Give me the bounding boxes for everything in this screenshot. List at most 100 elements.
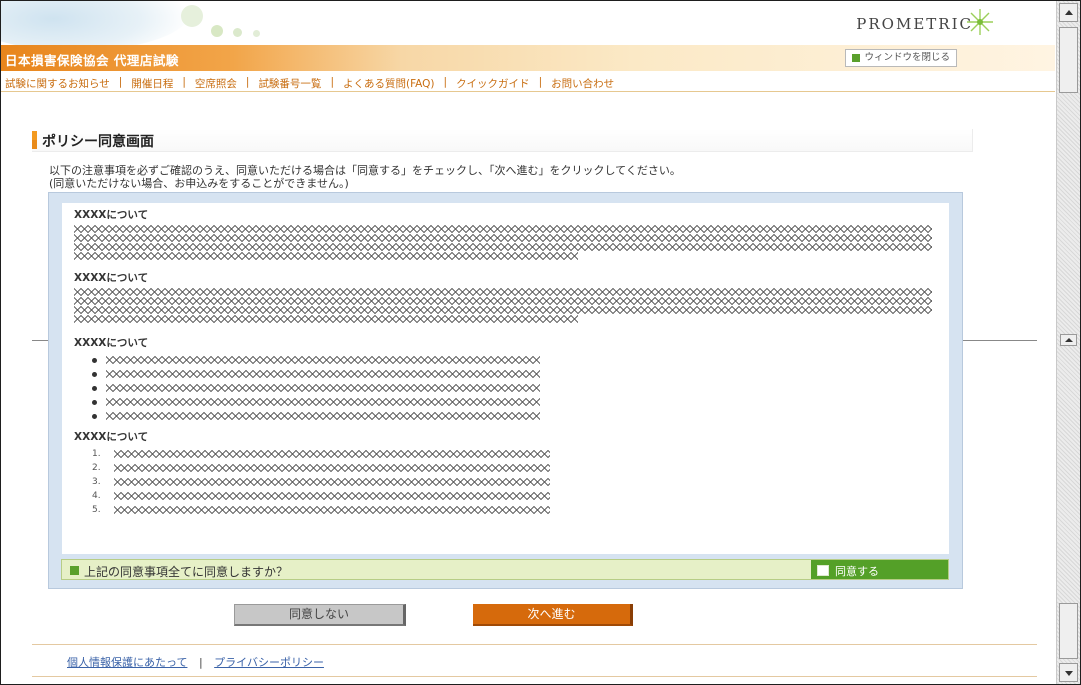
bullet-icon — [92, 413, 97, 419]
agree-checkbox-label[interactable]: 同意する — [835, 563, 879, 579]
placeholder-text-line — [106, 398, 540, 406]
nav-item-notices[interactable]: 試験に関するお知らせ — [5, 76, 110, 91]
placeholder-text-line — [74, 288, 932, 296]
agree-checkbox[interactable] — [817, 565, 829, 576]
scroll-thumb[interactable] — [1059, 27, 1078, 93]
site-title: 日本損害保険協会 代理店試験 — [5, 53, 179, 68]
nav-item-quick-guide[interactable]: クイックガイド — [456, 76, 530, 91]
prometric-logo: PROMETRIC — [856, 15, 973, 33]
header-decoration — [1, 1, 191, 45]
list-item — [92, 409, 949, 423]
arrow-up-icon — [1065, 10, 1073, 15]
nav-item-seat-inquiry[interactable]: 空席照会 — [195, 76, 237, 91]
heading-marker — [32, 131, 37, 149]
scroll-up-button[interactable] — [1059, 3, 1078, 22]
list-item: 4. — [92, 489, 949, 503]
nav-separator: | — [330, 76, 334, 88]
header-decoration-dots — [233, 28, 242, 37]
placeholder-text-line — [106, 384, 540, 392]
policy-section-heading: XXXXについて — [74, 337, 149, 349]
arrow-up-icon — [1065, 338, 1073, 342]
placeholder-text-line — [74, 315, 578, 323]
bullet-icon — [92, 371, 97, 377]
placeholder-text-line — [74, 306, 932, 314]
list-number: 2. — [92, 463, 101, 473]
placeholder-text-line — [114, 478, 550, 486]
header-banner: PROMETRIC — [1, 1, 1055, 45]
nav-separator: | — [245, 76, 250, 88]
bullet-icon — [92, 385, 97, 391]
scroll-down-button[interactable] — [1059, 663, 1078, 682]
disagree-button[interactable]: 同意しない — [234, 604, 406, 626]
divider — [32, 340, 48, 341]
list-item: 5. — [92, 503, 949, 517]
list-item: 2. — [92, 461, 949, 475]
list-number: 4. — [92, 491, 101, 501]
placeholder-text-line — [74, 243, 932, 251]
nav-separator: | — [182, 76, 186, 88]
close-window-icon — [852, 54, 861, 62]
instruction-line: 以下の注意事項を必ずご確認のうえ、同意いただける場合は「同意する」をチェックし、… — [49, 164, 681, 177]
prometric-star-icon — [967, 9, 993, 35]
page-heading: ポリシー同意画面 — [32, 129, 973, 152]
list-item — [92, 395, 949, 409]
placeholder-text-line — [114, 450, 550, 458]
scroll-thumb[interactable] — [1059, 603, 1078, 659]
placeholder-text-line — [114, 492, 550, 500]
header-decoration-dots — [211, 25, 223, 37]
page-title: ポリシー同意画面 — [42, 134, 154, 150]
placeholder-text-line — [74, 252, 578, 260]
instruction-line: (同意いただけない場合、お申込みをすることができません。) — [49, 177, 349, 190]
policy-section-heading: XXXXについて — [74, 209, 149, 221]
footer-divider — [32, 676, 1037, 677]
policy-section-heading: XXXXについて — [74, 272, 149, 284]
placeholder-text-line — [106, 370, 540, 378]
bullet-icon — [92, 357, 97, 363]
placeholder-text-line — [74, 297, 932, 305]
header-decoration-dots — [181, 5, 203, 27]
agreement-question: 上記の同意事項全てに同意しますか？ — [84, 565, 289, 579]
placeholder-text-line — [114, 464, 550, 472]
list-number: 1. — [92, 449, 101, 459]
instruction-text: 以下の注意事項を必ずご確認のうえ、同意いただける場合は「同意する」をチェックし、… — [49, 164, 969, 190]
next-button[interactable]: 次へ進む — [473, 604, 633, 626]
privacy-protection-link[interactable]: 個人情報保護にあたって — [67, 656, 187, 669]
agreement-row: 上記の同意事項全てに同意しますか？ 同意する — [61, 559, 949, 580]
close-window-label: ウィンドウを閉じる — [864, 52, 950, 63]
nav-item-faq[interactable]: よくある質問(FAQ) — [343, 76, 435, 91]
list-number: 5. — [92, 505, 101, 515]
list-item: 3. — [92, 475, 949, 489]
nav-separator: | — [118, 76, 123, 88]
arrow-down-icon — [1065, 671, 1073, 676]
agree-option[interactable]: 同意する — [811, 560, 948, 579]
policy-panel: XXXXについて XXXXについて XXXXについて XXXXについて 1. 2… — [48, 192, 963, 589]
placeholder-text-line — [74, 234, 932, 242]
privacy-policy-link[interactable]: プライバシーポリシー — [214, 656, 324, 669]
placeholder-text-line — [106, 356, 540, 364]
bullet-icon — [92, 399, 97, 405]
nav-separator: | — [538, 76, 543, 88]
placeholder-text-line — [74, 225, 932, 233]
nav-separator: | — [443, 76, 448, 88]
placeholder-text-line — [114, 506, 550, 514]
placeholder-text-line — [106, 412, 540, 420]
agreement-marker-icon — [70, 566, 79, 575]
divider — [963, 340, 1037, 341]
footer-links: 個人情報保護にあたって | プライバシーポリシー — [67, 654, 324, 670]
browser-page: PROMETRIC 日本損害保険協会 代理店試験 ウィンドウを閉じる 試験に関す… — [0, 0, 1081, 685]
nav-item-exam-list[interactable]: 試験番号一覧 — [258, 76, 321, 91]
scroll-marker[interactable] — [1060, 334, 1077, 346]
header-decoration-dots — [253, 30, 260, 37]
site-title-bar: 日本損害保険協会 代理店試験 ウィンドウを閉じる — [1, 45, 1055, 71]
list-item — [92, 353, 949, 367]
list-item: 1. — [92, 447, 949, 461]
close-window-button[interactable]: ウィンドウを閉じる — [845, 49, 957, 67]
page-scrollbar[interactable] — [1056, 1, 1080, 684]
nav-item-schedule[interactable]: 開催日程 — [131, 76, 173, 91]
policy-text-area[interactable]: XXXXについて XXXXについて XXXXについて XXXXについて 1. 2… — [62, 203, 949, 554]
list-number: 3. — [92, 477, 101, 487]
footer-divider — [32, 644, 1037, 645]
nav-item-contact[interactable]: お問い合わせ — [551, 76, 614, 91]
global-nav: 試験に関するお知らせ | 開催日程 | 空席照会 | 試験番号一覧 | よくある… — [1, 73, 1055, 92]
list-item — [92, 381, 949, 395]
